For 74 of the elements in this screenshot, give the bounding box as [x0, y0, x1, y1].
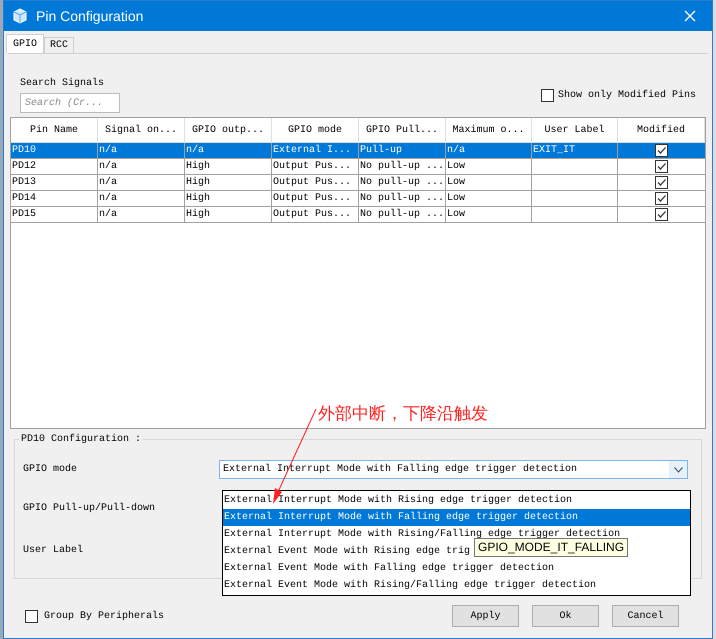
checkbox-label: Show only Modified Pins — [558, 88, 696, 103]
field-label: User Label — [23, 544, 84, 558]
table-cell: n/a — [99, 177, 118, 188]
table-cell: PD15 — [12, 209, 36, 220]
column-header[interactable]: GPIO outp... — [185, 118, 272, 142]
dropdown-option[interactable]: External Event Mode with Rising edge trig — [223, 543, 472, 560]
table-cell: PD14 — [12, 193, 36, 204]
table-row[interactable]: PD14 n/a High Output Pus... No pull-up ... Low — [11, 191, 705, 207]
chevron-down-icon — [674, 466, 682, 472]
table-cell: No pull-up ... — [360, 177, 444, 188]
table-row[interactable]: PD12 n/a High Output Pus... No pull-up ... Low — [11, 159, 705, 175]
window-title: Pin Configuration — [36, 6, 144, 26]
table-cell: n/a — [447, 145, 466, 156]
search-label: Search Signals — [20, 76, 106, 91]
table-cell: EXIT_IT — [533, 145, 576, 156]
column-header[interactable]: Maximum o... — [446, 118, 532, 142]
table-cell: Low — [447, 209, 466, 220]
checkbox-label: Group By Peripherals — [44, 610, 164, 624]
table-cell: Low — [447, 193, 466, 204]
column-header[interactable]: User Label — [532, 118, 618, 142]
table-cell: Output Pus... — [273, 161, 352, 172]
table-cell: Low — [447, 161, 466, 172]
table-cell: High — [186, 209, 210, 220]
dropdown-option[interactable]: External Interrupt Mode with Falling edge trigger detection — [223, 509, 690, 526]
table-cell: No pull-up ... — [360, 193, 444, 204]
annotation-text: 外部中断，下降沿触发 — [318, 403, 488, 426]
column-header[interactable]: Signal on... — [98, 118, 185, 142]
table-cell: PD12 — [12, 161, 36, 172]
table-cell: Output Pus... — [273, 177, 352, 188]
modified-checkbox[interactable] — [655, 192, 668, 205]
modified-checkbox[interactable] — [655, 176, 668, 189]
table-cell: n/a — [99, 209, 118, 220]
table-cell: High — [186, 177, 210, 188]
dialog-button[interactable]: Cancel — [612, 605, 679, 627]
column-header[interactable]: Modified — [618, 118, 705, 142]
table-cell: Low — [447, 177, 466, 188]
column-header[interactable]: GPIO mode — [272, 118, 359, 142]
table-cell: High — [186, 193, 210, 204]
dropdown-option[interactable]: External Event Mode with Falling edge trigger detection — [223, 560, 556, 577]
close-icon[interactable] — [684, 10, 696, 22]
table-cell: Output Pus... — [273, 193, 352, 204]
tab[interactable]: RCC — [44, 37, 74, 53]
table-cell: n/a — [99, 145, 118, 156]
search-field[interactable]: Search (Cr... — [20, 93, 120, 113]
dialog-button[interactable]: Apply — [452, 605, 519, 627]
table-cell: n/a — [186, 145, 204, 156]
table-row[interactable]: PD15 n/a High Output Pus... No pull-up ... Low — [11, 207, 705, 223]
table-row[interactable]: PD10 n/a n/a External I... Pull-up n/a EXIT_IT — [11, 143, 705, 159]
table-cell: High — [186, 161, 210, 172]
table-cell: No pull-up ... — [360, 161, 444, 172]
table-cell: n/a — [99, 193, 118, 204]
table-row[interactable]: PD13 n/a High Output Pus... No pull-up ... Low — [11, 175, 705, 191]
table-cell: n/a — [99, 161, 118, 172]
column-header[interactable]: GPIO Pull... — [359, 118, 446, 142]
dropdown-option[interactable]: External Interrupt Mode with Rising edge trigger detection — [223, 492, 574, 509]
field-label: GPIO mode — [23, 462, 78, 477]
modified-checkbox[interactable] — [655, 160, 668, 173]
table-cell: PD10 — [12, 145, 36, 156]
dropdown-option[interactable]: External Event Mode with Rising/Falling edge trigger detection — [223, 577, 598, 594]
table-cell: Output Pus... — [273, 209, 352, 220]
table-cell: No pull-up ... — [360, 209, 444, 220]
table-cell: PD13 — [12, 177, 36, 188]
cube-icon — [12, 8, 28, 24]
field-label: GPIO Pull-up/Pull-down — [23, 502, 156, 516]
checkbox[interactable] — [540, 89, 554, 102]
tab[interactable]: GPIO — [6, 34, 44, 53]
tooltip: GPIO_MODE_IT_FALLING — [474, 538, 628, 557]
table-cell: Pull-up — [360, 145, 402, 156]
modified-checkbox[interactable] — [655, 208, 668, 221]
dialog-button[interactable]: Ok — [532, 605, 599, 627]
table-cell: External I... — [273, 145, 352, 156]
column-header[interactable]: Pin Name — [11, 118, 98, 142]
modified-checkbox[interactable] — [655, 144, 668, 157]
checkbox[interactable] — [25, 610, 38, 622]
